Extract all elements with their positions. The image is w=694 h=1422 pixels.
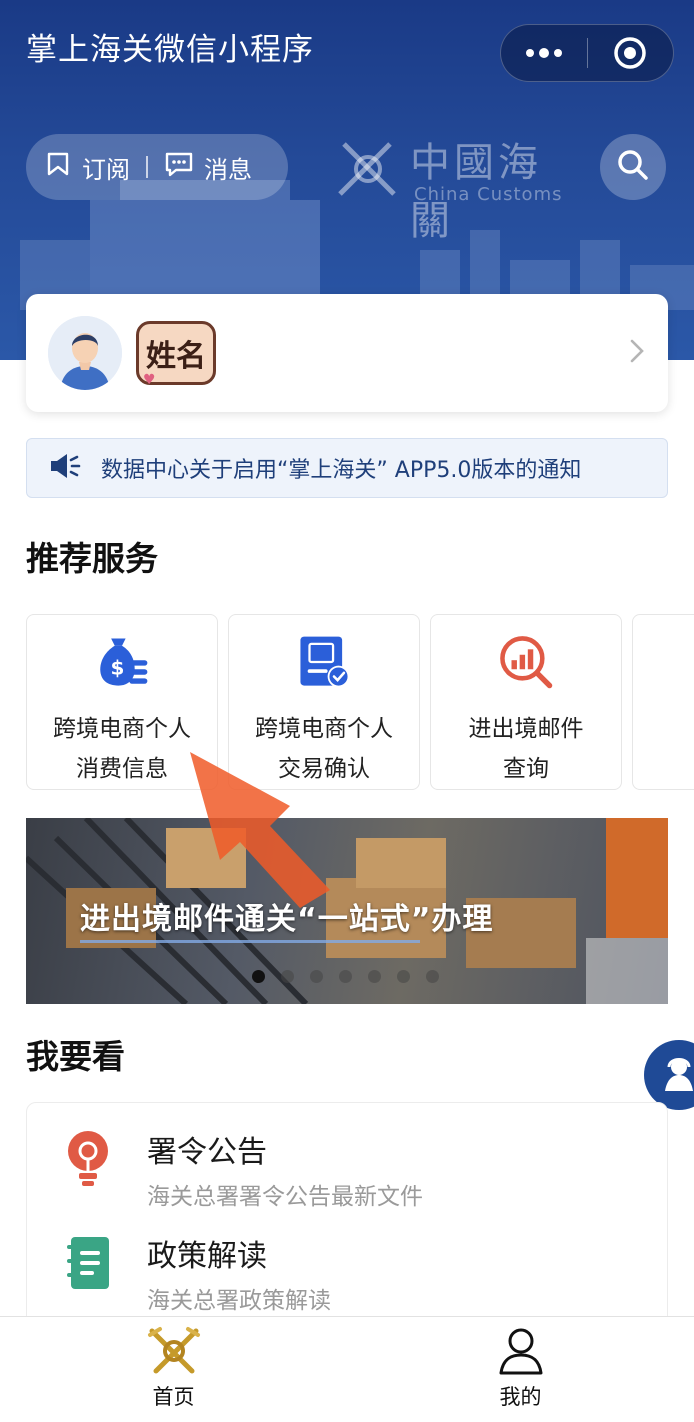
recommended-services-row: $ 跨境电商个人 消费信息 跨境电商个人 交易确认 进出境邮件 查询 — [26, 614, 694, 792]
document-check-icon — [300, 636, 350, 688]
service-card-label: 跨境电商个人 消费信息 — [37, 709, 207, 789]
tab-mine[interactable]: 我的 — [347, 1317, 694, 1422]
customs-emblem-watermark — [338, 142, 396, 196]
china-customs-logo: 中國海關 China Customs — [330, 130, 570, 244]
watch-item-subtitle: 海关总署政策解读 — [147, 1288, 331, 1314]
promo-carousel[interactable]: 进出境邮件通关“一站式”办理 — [26, 818, 668, 1004]
carousel-dot[interactable] — [397, 970, 410, 983]
watch-item-decrees[interactable]: 署令公告 海关总署署令公告最新文件 — [27, 1103, 667, 1210]
service-card-label: 跨境电商个人 交易确认 — [239, 709, 409, 789]
chevron-right-icon — [628, 337, 646, 369]
watch-item-policy[interactable]: 政策解读 海关总署政策解读 — [27, 1207, 667, 1314]
watch-item-title: 署令公告 — [147, 1135, 267, 1170]
search-icon — [616, 148, 650, 186]
customs-emblem-icon — [147, 1327, 200, 1374]
service-card-mail-query[interactable]: 进出境邮件 查询 — [430, 614, 622, 790]
service-card-transaction-confirm[interactable]: 跨境电商个人 交易确认 — [228, 614, 420, 790]
service-card-partial[interactable] — [632, 614, 694, 790]
carousel-dot[interactable] — [252, 970, 265, 983]
carousel-dot[interactable] — [339, 970, 352, 983]
user-profile-card[interactable]: 姓名 ♥ — [26, 294, 668, 412]
carousel-caption: 进出境邮件通关“一站式”办理 — [80, 902, 494, 937]
name-sticker: 姓名 ♥ — [136, 321, 216, 388]
subscribe-label: 订阅 — [82, 155, 130, 184]
subscribe-button[interactable]: 订阅 — [44, 150, 130, 185]
carousel-dot[interactable] — [310, 970, 323, 983]
carousel-dot[interactable] — [368, 970, 381, 983]
service-label-line2: 交易确认 — [278, 756, 370, 782]
messages-button[interactable]: 消息 — [164, 150, 252, 185]
pill-divider — [146, 156, 148, 178]
heart-icon: ♥ — [143, 372, 156, 388]
name-sticker-text: 姓名 — [146, 339, 206, 374]
recommended-services-title: 推荐服务 — [26, 539, 158, 578]
watch-list-card: 署令公告 海关总署署令公告最新文件 政策解读 海关总署政策解读 — [26, 1102, 668, 1342]
notice-bar[interactable]: 数据中心关于启用“掌上海关” APP5.0版本的通知 — [26, 438, 668, 498]
service-label-line2: 查询 — [503, 756, 549, 782]
bottom-tab-bar: 首页 我的 — [0, 1316, 694, 1422]
svg-text:$: $ — [111, 657, 125, 680]
tab-home-label: 首页 — [152, 1385, 195, 1409]
customer-service-icon — [659, 1053, 694, 1097]
speaker-icon — [47, 451, 83, 485]
watch-item-title: 政策解读 — [147, 1239, 267, 1274]
tab-mine-label: 我的 — [499, 1385, 542, 1409]
bookmark-icon — [44, 150, 72, 184]
target-close-icon[interactable] — [588, 25, 674, 81]
service-label-line1: 跨境电商个人 — [53, 716, 191, 742]
search-button[interactable] — [600, 134, 666, 200]
customer-service-button[interactable] — [644, 1040, 694, 1110]
service-label-line2: 消费信息 — [76, 756, 168, 782]
user-avatar-icon — [48, 316, 122, 390]
money-bag-icon: $ — [100, 638, 148, 686]
mini-program-title: 掌上海关微信小程序 — [26, 32, 314, 68]
messages-label: 消息 — [204, 155, 252, 184]
tab-home[interactable]: 首页 — [0, 1317, 347, 1422]
mini-program-capsule[interactable] — [500, 24, 674, 82]
caption-underline — [80, 940, 420, 943]
watch-section-title: 我要看 — [26, 1037, 125, 1076]
watch-item-subtitle: 海关总署署令公告最新文件 — [147, 1184, 423, 1210]
service-label-line1: 跨境电商个人 — [255, 716, 393, 742]
chat-bubble-icon — [164, 150, 194, 184]
more-dots-icon[interactable] — [501, 25, 587, 81]
chart-search-icon — [500, 636, 553, 689]
notice-text: 数据中心关于启用“掌上海关” APP5.0版本的通知 — [101, 458, 582, 483]
service-card-consumption-info[interactable]: $ 跨境电商个人 消费信息 — [26, 614, 218, 790]
person-outline-icon — [499, 1328, 542, 1375]
notebook-icon — [67, 1237, 109, 1289]
service-card-label: 进出境邮件 查询 — [441, 709, 611, 789]
carousel-dot[interactable] — [281, 970, 294, 983]
carousel-dots — [252, 970, 439, 983]
carousel-dot[interactable] — [426, 970, 439, 983]
lightbulb-icon — [68, 1131, 108, 1186]
service-label-line1: 进出境邮件 — [468, 716, 584, 742]
subscribe-messages-pill: 订阅 消息 — [26, 134, 288, 200]
logo-english-text: China Customs — [414, 184, 563, 205]
